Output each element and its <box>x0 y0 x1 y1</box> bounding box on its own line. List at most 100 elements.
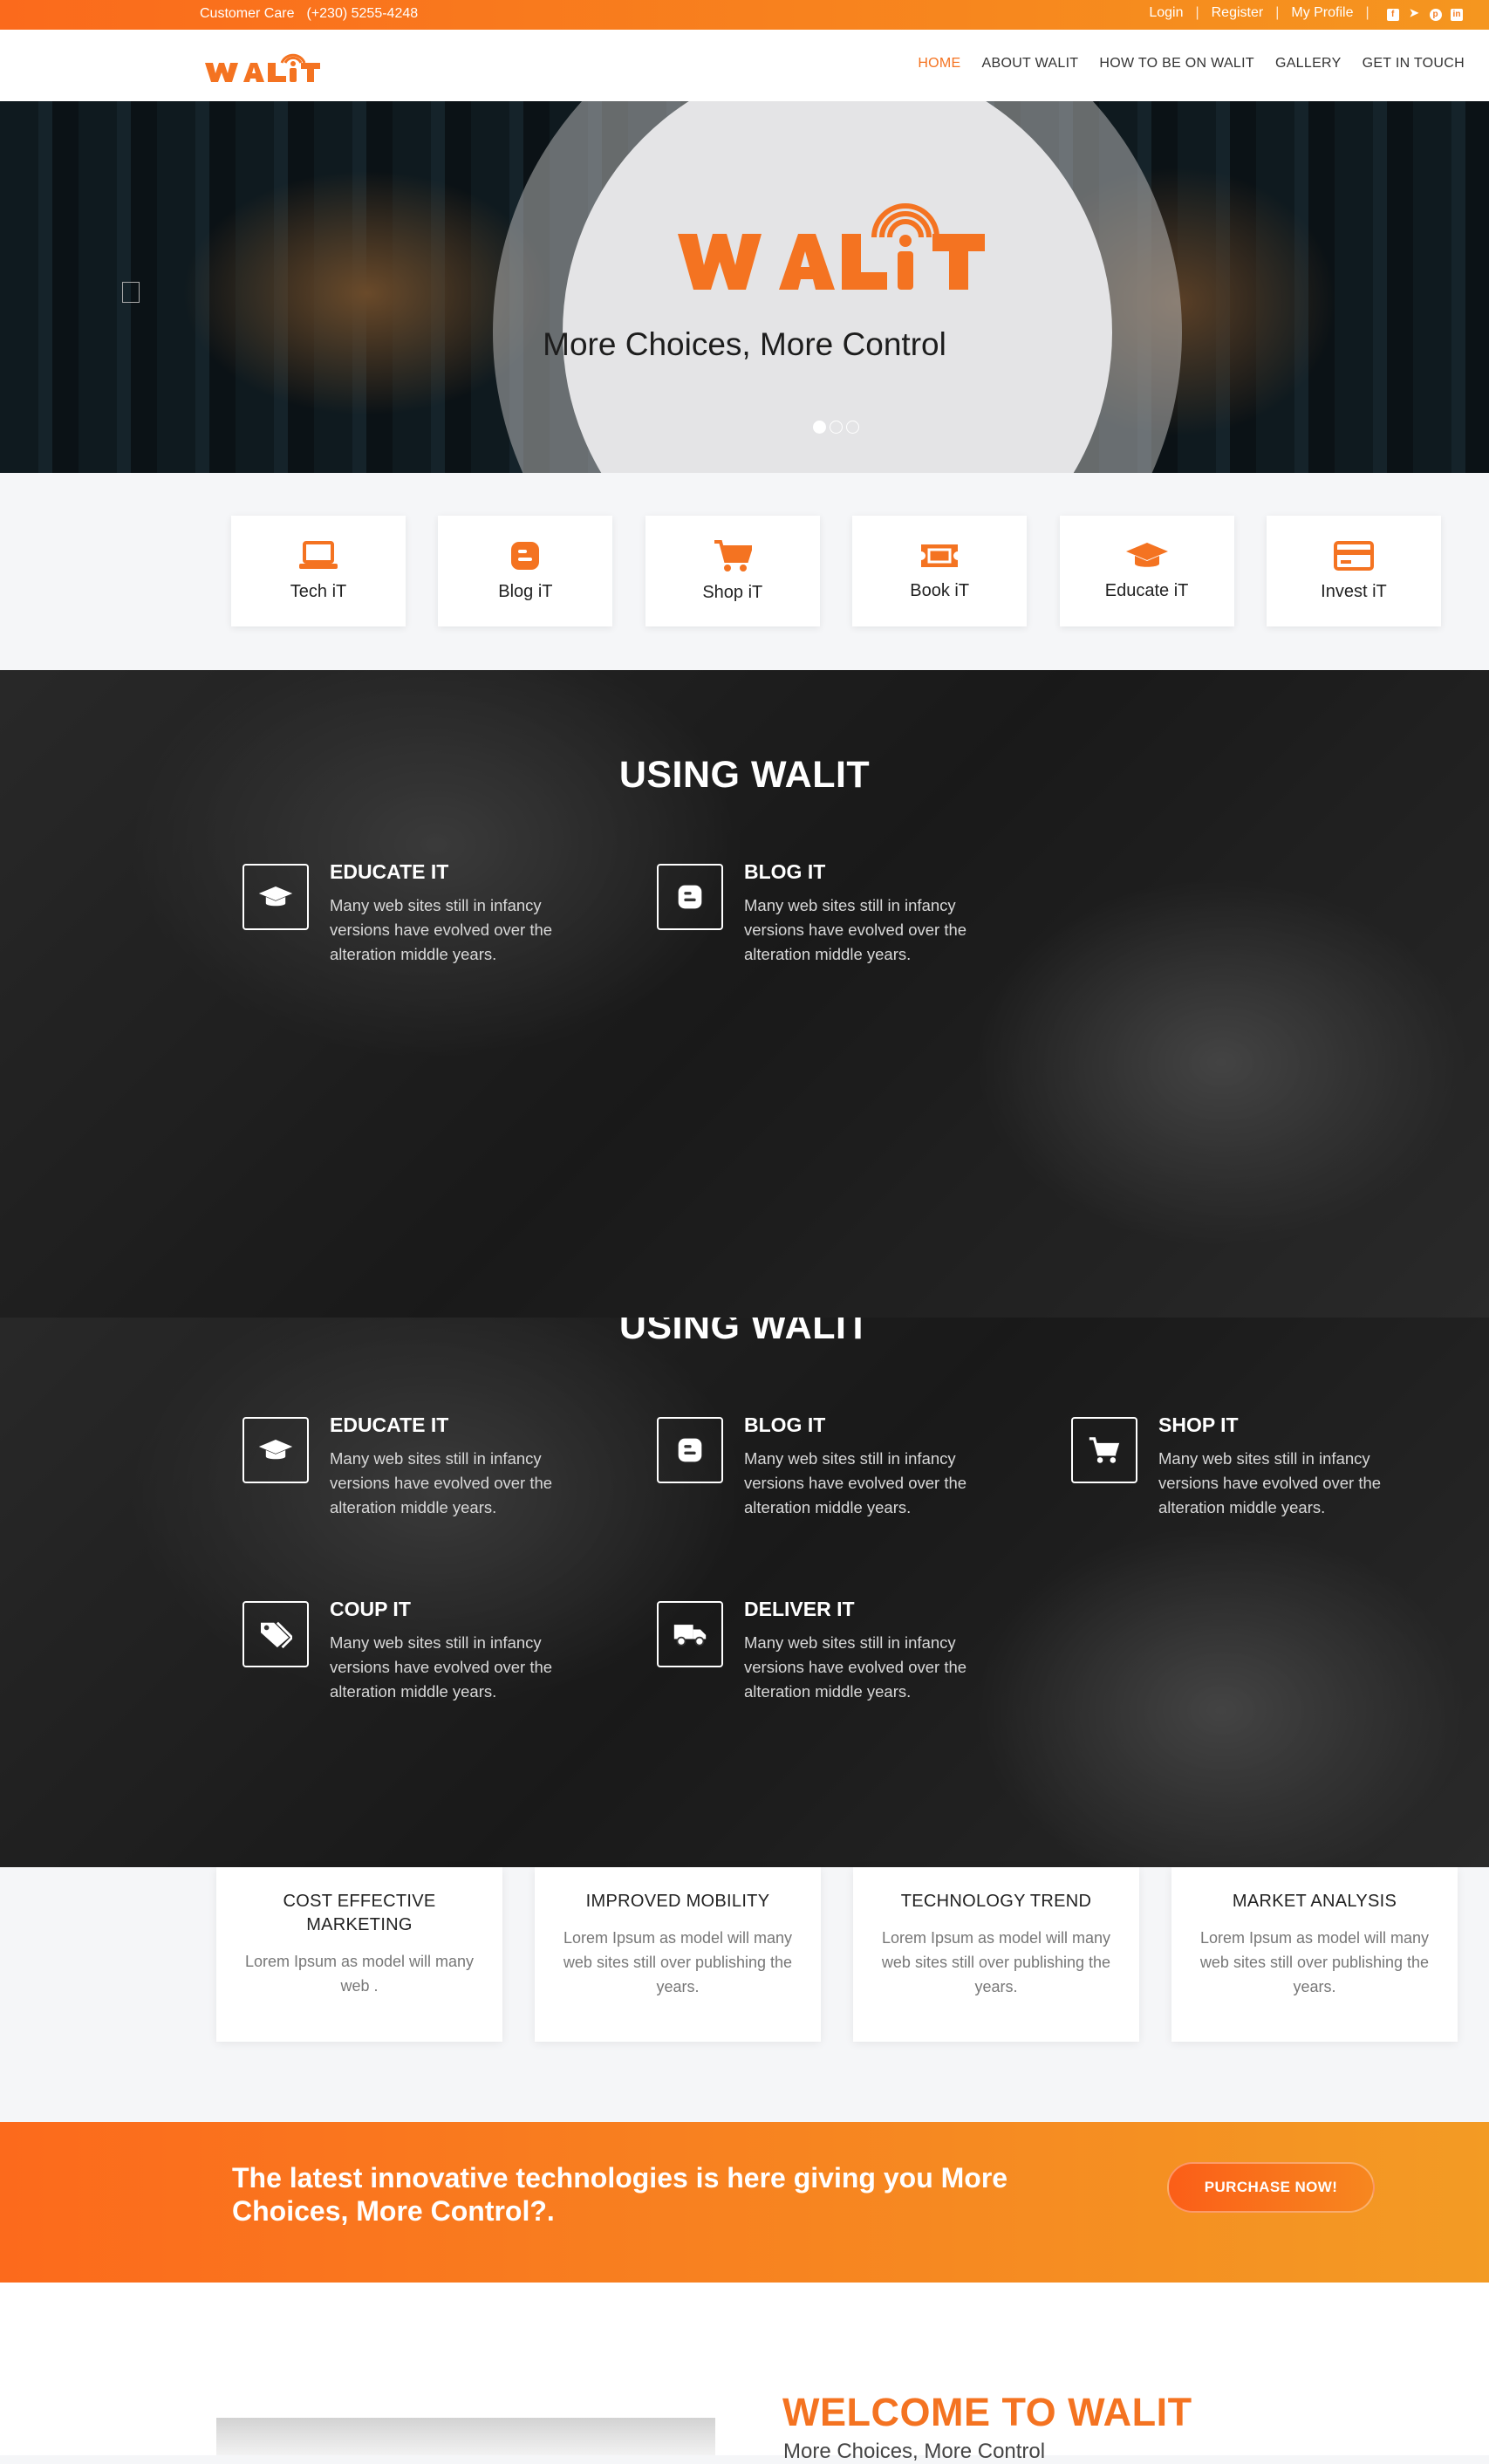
feature-description: Many web sites still in infancy versions… <box>330 1633 553 1701</box>
divider: | <box>1195 5 1199 20</box>
nav-get-in-touch[interactable]: GET IN TOUCH <box>1363 56 1465 72</box>
category-tiles: Tech iT Blog iT Shop iT Book iT Educate … <box>231 516 1441 626</box>
graduation-cap-icon <box>258 886 293 907</box>
feature-icon-box <box>657 864 723 930</box>
divider: | <box>1275 5 1280 20</box>
category-label: Book iT <box>910 581 970 600</box>
nav-gallery[interactable]: GALLERY <box>1275 56 1342 72</box>
call-to-action-banner: The latest innovative technologies is he… <box>0 2122 1489 2283</box>
pinterest-icon[interactable]: p <box>1429 9 1442 21</box>
divider: | <box>1365 5 1369 20</box>
welcome-section: WELCOME TO WALIT More Choices, More Cont… <box>0 2283 1489 2463</box>
facebook-icon[interactable]: f <box>1386 9 1399 21</box>
prev-slide-arrow[interactable] <box>122 282 140 303</box>
feature-icon-box <box>242 1417 309 1483</box>
feature-title: BLOG IT <box>744 860 826 883</box>
welcome-subtitle: More Choices, More Control <box>783 2440 1046 2463</box>
nav-how-to[interactable]: HOW TO BE ON WALIT <box>1099 56 1254 72</box>
welcome-title: WELCOME TO WALIT <box>782 2390 1192 2434</box>
feature-description: Many web sites still in infancy versions… <box>330 1449 553 1516</box>
benefit-cards: COST EFFECTIVE MARKETING Lorem Ipsum as … <box>216 1867 1458 2042</box>
feature-title: SHOP IT <box>1158 1413 1239 1436</box>
section-title: USING WALIT <box>618 1318 871 1347</box>
nav-home[interactable]: HOME <box>918 56 960 72</box>
category-label: Invest iT <box>1321 582 1387 601</box>
feature-icon-box <box>657 1417 723 1483</box>
using-walit-section: USING WALIT EDUCATE IT Many web sites st… <box>0 670 1489 1318</box>
category-label: Shop iT <box>702 583 763 602</box>
feature-description: Many web sites still in infancy versions… <box>744 1633 967 1701</box>
hero-slider: More Choices, More Control <box>0 101 1489 473</box>
benefit-card: COST EFFECTIVE MARKETING Lorem Ipsum as … <box>216 1867 502 2042</box>
card-text: Lorem Ipsum as model will many web . <box>244 1953 475 1995</box>
cta-text: The latest innovative technologies is he… <box>232 2162 1008 2227</box>
feature-description: Many web sites still in infancy versions… <box>330 896 553 963</box>
card-text: Lorem Ipsum as model will many web sites… <box>563 1929 793 1995</box>
ticket-icon <box>921 544 959 567</box>
category-educate[interactable]: Educate iT <box>1059 516 1234 626</box>
feature-title: EDUCATE IT <box>330 1413 449 1436</box>
card-text: Lorem Ipsum as model will many web sites… <box>1199 1929 1430 1995</box>
slider-dot[interactable] <box>830 421 843 434</box>
walit-logo[interactable] <box>203 45 334 89</box>
my-profile-link[interactable]: My Profile <box>1291 5 1353 21</box>
card-title: IMPROVED MOBILITY <box>585 1892 770 1911</box>
graduation-cap-icon <box>1125 543 1168 567</box>
slider-dot[interactable] <box>846 421 859 434</box>
blogger-icon <box>678 885 702 909</box>
feature-icon-box <box>1071 1417 1137 1483</box>
blogger-icon <box>678 1438 702 1462</box>
blogger-icon <box>511 542 540 570</box>
card-text: Lorem Ipsum as model will many web sites… <box>881 1929 1111 1995</box>
category-blog[interactable]: Blog iT <box>438 516 613 626</box>
section-title: USING WALIT <box>618 754 871 796</box>
laptop-icon <box>299 541 338 569</box>
truck-icon <box>673 1625 707 1646</box>
nav-about[interactable]: ABOUT WALIT <box>982 56 1079 72</box>
walit-hero-logo <box>678 203 985 290</box>
category-label: Educate iT <box>1104 581 1189 600</box>
hero-tagline: More Choices, More Control <box>543 326 946 362</box>
feature-icon-box <box>242 864 309 930</box>
category-book[interactable]: Book iT <box>852 516 1028 626</box>
register-link[interactable]: Register <box>1212 5 1264 21</box>
benefit-card: TECHNOLOGY TREND Lorem Ipsum as model wi… <box>853 1867 1139 2042</box>
section-overlay <box>0 1318 1489 1867</box>
category-shop[interactable]: Shop iT <box>645 516 820 626</box>
purchase-now-button[interactable]: PURCHASE NOW! <box>1167 2162 1375 2213</box>
card-title: MARKET ANALYSIS <box>1232 1892 1397 1911</box>
feature-title: BLOG IT <box>744 1413 826 1436</box>
customer-care-phone[interactable]: (+230) 5255-4248 <box>306 6 418 22</box>
benefit-card: MARKET ANALYSIS Lorem Ipsum as model wil… <box>1171 1867 1458 2042</box>
feature-title: DELIVER IT <box>744 1598 855 1620</box>
slider-dots <box>813 421 859 434</box>
category-label: Blog iT <box>498 582 553 601</box>
feature-title: COUP IT <box>330 1598 411 1620</box>
feature-icon-box <box>657 1601 723 1667</box>
feature-icon-box <box>242 1601 309 1667</box>
top-bar: Customer Care (+230) 5255-4248 Login | R… <box>0 0 1489 30</box>
category-invest[interactable]: Invest iT <box>1266 516 1441 626</box>
category-tech[interactable]: Tech iT <box>231 516 406 626</box>
credit-card-icon <box>1333 541 1374 571</box>
main-navigation: HOME ABOUT WALIT HOW TO BE ON WALIT GALL… <box>0 30 1489 101</box>
using-walit-section-expanded: USING WALIT EDUCATE IT Many web sites st… <box>0 1318 1489 1867</box>
feature-description: Many web sites still in infancy versions… <box>744 896 967 963</box>
tags-icon <box>261 1621 292 1649</box>
graduation-cap-icon <box>258 1440 293 1460</box>
login-link[interactable]: Login <box>1149 5 1183 21</box>
cart-icon <box>714 540 752 572</box>
feature-title: EDUCATE IT <box>330 860 449 883</box>
twitter-icon[interactable]: ➤ <box>1408 7 1420 19</box>
feature-description: Many web sites still in infancy versions… <box>744 1449 967 1516</box>
cart-icon <box>1089 1437 1120 1463</box>
benefit-card: IMPROVED MOBILITY Lorem Ipsum as model w… <box>535 1867 821 2042</box>
feature-description: Many web sites still in infancy versions… <box>1158 1449 1382 1516</box>
category-label: Tech iT <box>290 582 347 601</box>
card-title: TECHNOLOGY TREND <box>900 1892 1092 1911</box>
card-title: COST EFFECTIVE MARKETING <box>283 1892 436 1934</box>
linkedin-icon[interactable]: in <box>1451 9 1463 21</box>
customer-care-label: Customer Care <box>200 6 295 21</box>
slider-dot[interactable] <box>813 421 826 434</box>
welcome-image <box>216 2418 715 2455</box>
